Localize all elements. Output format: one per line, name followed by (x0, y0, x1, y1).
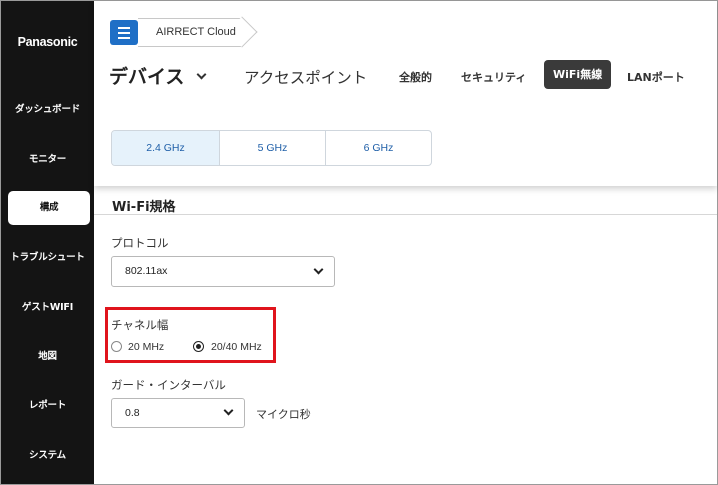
menu-button[interactable] (110, 20, 138, 45)
sidebar-item-map[interactable]: 地図 (1, 350, 94, 364)
radio-20-40mhz[interactable] (193, 341, 204, 352)
hamburger-menu-icon (118, 27, 130, 29)
chevron-down-icon[interactable] (196, 69, 207, 80)
guard-interval-value: 0.8 (125, 407, 140, 419)
tab-general[interactable]: 全般的 (399, 69, 432, 85)
guard-interval-label: ガード・インターバル (111, 378, 226, 392)
section-divider (94, 214, 717, 215)
page-title: アクセスポイント (244, 69, 368, 87)
chevron-down-icon (223, 405, 234, 416)
protocol-label: プロトコル (111, 236, 169, 250)
sidebar-item-dashboard[interactable]: ダッシュボード (1, 103, 94, 117)
breadcrumb-label[interactable]: AIRRECT Cloud (156, 26, 236, 38)
sidebar-item-configuration[interactable]: 構成 (8, 191, 90, 225)
header-panel: AIRRECT Cloud デバイス アクセスポイント 全般的 セキュリティ W… (94, 1, 717, 186)
tab-security[interactable]: セキュリティ (461, 69, 526, 85)
chevron-down-icon (313, 264, 324, 275)
sidebar-item-monitor[interactable]: モニター (1, 153, 94, 167)
device-dropdown[interactable]: デバイス (109, 62, 184, 89)
highlight-box (105, 307, 276, 363)
tab-lan-port[interactable]: LANポート (627, 69, 685, 85)
protocol-select[interactable]: 802.11ax (111, 256, 335, 287)
sidebar-item-system[interactable]: システム (1, 449, 94, 463)
sidebar-item-guest-wifi[interactable]: ゲストWIFI (1, 301, 94, 315)
section-title: Wi-Fi規格 (112, 200, 176, 215)
protocol-value: 802.11ax (125, 265, 168, 277)
tab-wifi-radio[interactable]: WiFi無線 (544, 60, 612, 89)
band-selector: 2.4 GHz 5 GHz 6 GHz (111, 130, 432, 166)
sidebar: Panasonic ダッシュボード モニター 構成 トラブルシュート ゲストWI… (1, 1, 94, 484)
main-content: AIRRECT Cloud デバイス アクセスポイント 全般的 セキュリティ W… (94, 1, 717, 484)
guard-interval-select[interactable]: 0.8 (111, 398, 245, 428)
band-tab-2-4ghz[interactable]: 2.4 GHz (112, 131, 219, 165)
radio-20mhz-label[interactable]: 20 MHz (128, 341, 164, 353)
band-tab-6ghz[interactable]: 6 GHz (326, 131, 431, 165)
guard-interval-unit: マイクロ秒 (256, 408, 311, 421)
radio-20mhz[interactable] (111, 341, 122, 352)
brand-logo: Panasonic (17, 35, 78, 49)
band-tab-5ghz[interactable]: 5 GHz (220, 131, 325, 165)
radio-20-40mhz-label[interactable]: 20/40 MHz (211, 341, 262, 353)
sidebar-item-report[interactable]: レポート (1, 399, 94, 413)
channel-width-label: チャネル幅 (111, 318, 169, 332)
sidebar-item-troubleshoot[interactable]: トラブルシュート (1, 251, 94, 265)
